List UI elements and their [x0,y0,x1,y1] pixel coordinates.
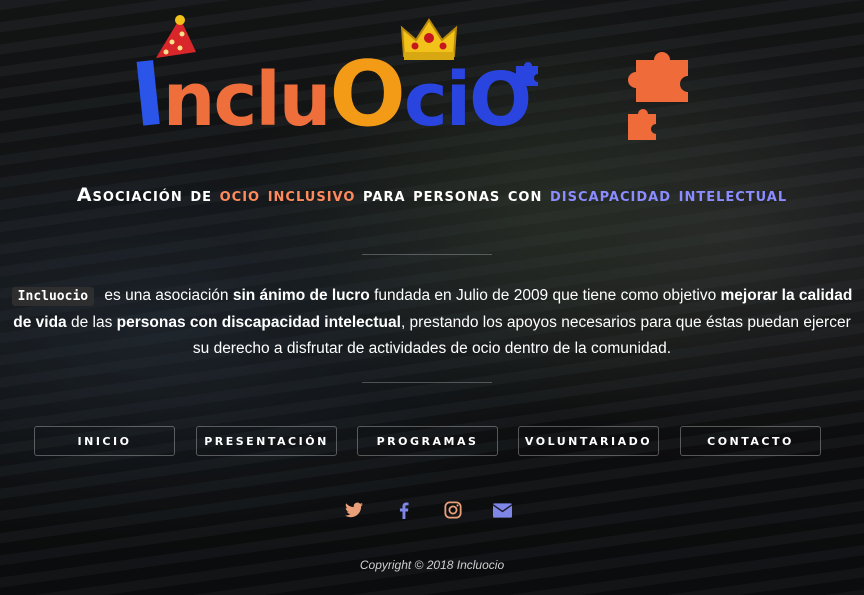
logo[interactable]: IncluOciO [127,14,712,164]
puzzle-piece-icon [628,52,688,102]
logo-letter: I [126,41,168,148]
logo-letter: n [162,57,216,143]
nav-inicio-button[interactable]: INICIO [34,426,175,456]
logo-wordmark: IncluOciO [127,42,532,148]
logo-letter: u [278,57,332,143]
facebook-icon[interactable] [393,499,415,521]
page-content: IncluOciO Asociación de ocio inclusivo p… [0,0,864,595]
main-nav: INICIO PRESENTACIÓN PROGRAMAS VOLUNTARIA… [34,426,824,458]
divider [362,382,492,383]
twitter-icon[interactable] [343,499,365,521]
social-links [343,499,525,523]
puzzle-piece-small-icon [628,109,656,140]
logo-letter: c [213,57,257,143]
desc-bold: sin ánimo de lucro [232,287,370,304]
site-tagline: Asociación de ocio inclusivo para person… [40,182,824,208]
nav-programas-button[interactable]: PROGRAMAS [357,426,498,456]
logo-letter: i [445,57,471,143]
nav-presentacion-button[interactable]: PRESENTACIÓN [196,426,337,456]
tagline-part: para personas con [355,184,550,206]
instagram-icon[interactable] [442,499,464,521]
envelope-icon[interactable] [491,499,513,521]
description-paragraph: Incluocio es una asociación sin ánimo de… [6,283,858,362]
logo-letter: c [403,57,448,143]
desc-text: es una asociación [100,287,233,304]
tagline-part: Asociación de [76,184,220,206]
copyright-text: Copyright © 2018 Incluocio [359,558,505,572]
nav-contacto-button[interactable]: CONTACTO [680,426,821,456]
desc-bold: personas con discapacidad intelectual [116,314,401,331]
tagline-highlight-blue: discapacidad intelectual [549,184,788,206]
divider [362,254,492,255]
logo-letter: O [469,57,532,143]
desc-text: fundada en Julio de 2009 que tiene como … [369,287,721,304]
brand-name: Incluocio [11,287,95,306]
desc-text: de las [66,314,117,331]
tagline-highlight-orange: ocio inclusivo [219,184,356,206]
logo-letter: O [329,42,406,147]
logo-letter: l [255,57,280,143]
nav-voluntariado-button[interactable]: VOLUNTARIADO [518,426,659,456]
